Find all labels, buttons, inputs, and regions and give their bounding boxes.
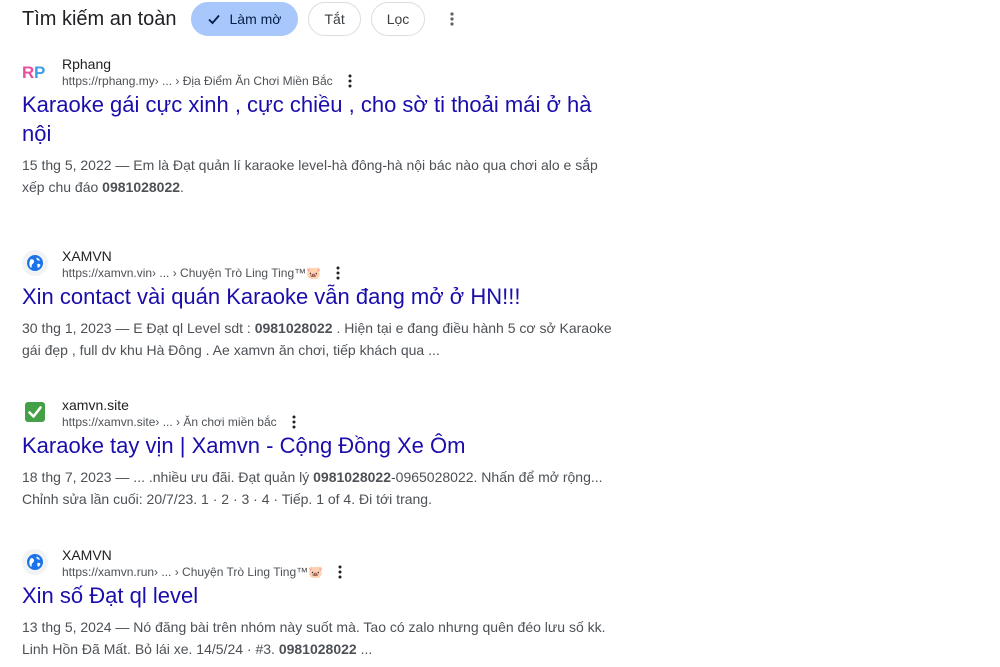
result-source[interactable]: XAMVN https://xamvn.vin › ... › Chuyện T…	[22, 248, 622, 280]
result-snippet: 30 thg 1, 2023 — E Đạt ql Level sdt : 09…	[22, 320, 612, 358]
breadcrumb: › ... › Chuyện Trò Ling Ting™🐷	[154, 565, 324, 579]
result-menu-icon[interactable]	[331, 265, 345, 281]
result-title-link[interactable]: Karaoke tay vịn | Xamvn - Cộng Đồng Xe Ô…	[22, 431, 622, 460]
result-snippet: 13 thg 5, 2024 — Nó đăng bài trên nhóm n…	[22, 619, 606, 657]
site-name: xamvn.site	[62, 397, 129, 413]
breadcrumb: › ... › Chuyện Trò Ling Ting™🐷	[152, 266, 322, 280]
url: https://xamvn.vin	[62, 266, 153, 280]
result-snippet: 15 thg 5, 2022 — Em là Đạt quản lí karao…	[22, 157, 598, 195]
url: https://xamvn.run	[62, 565, 155, 579]
result-menu-icon[interactable]	[287, 414, 301, 430]
result-source[interactable]: R P Rphang https://rphang.my › ... › Địa…	[22, 56, 622, 88]
url-line: https://rphang.my › ... › Địa Điểm Ăn Ch…	[62, 72, 357, 90]
site-name: XAMVN	[62, 248, 112, 264]
result-menu-icon[interactable]	[333, 564, 347, 580]
result-title-link[interactable]: Xin số Đạt ql level	[22, 581, 622, 610]
site-name: XAMVN	[62, 547, 112, 563]
url: https://rphang.my	[62, 74, 155, 88]
svg-text:R: R	[22, 63, 34, 82]
site-name: Rphang	[62, 56, 112, 72]
green-check-icon	[22, 399, 48, 425]
search-result: XAMVN https://xamvn.run › ... › Chuyện T…	[22, 547, 622, 660]
chip-blur[interactable]: Làm mờ	[190, 2, 299, 36]
url-line: https://xamvn.vin › ... › Chuyện Trò Lin…	[62, 264, 345, 282]
result-title-link[interactable]: Xin contact vài quán Karaoke vẫn đang mở…	[22, 282, 622, 311]
globe-icon	[22, 250, 48, 276]
result-menu-icon[interactable]	[343, 73, 357, 89]
url: https://xamvn.site	[62, 415, 156, 429]
chip-off-label: Tắt	[324, 11, 345, 27]
search-result: XAMVN https://xamvn.vin › ... › Chuyện T…	[22, 248, 622, 361]
breadcrumb: › ... › Ăn chơi miền bắc	[155, 415, 277, 429]
url-line: https://xamvn.site › ... › Ăn chơi miền …	[62, 413, 301, 431]
rphang-logo-icon: R P	[22, 58, 48, 84]
breadcrumb: › ... › Địa Điểm Ăn Chơi Miền Bắc	[154, 74, 333, 88]
result-snippet: 18 thg 7, 2023 — ... .nhiều ưu đãi. Đạt …	[22, 469, 603, 507]
result-title-link[interactable]: Karaoke gái cực xinh , cực chiều , cho s…	[22, 90, 622, 148]
result-source[interactable]: xamvn.site https://xamvn.site › ... › Ăn…	[22, 397, 622, 429]
search-result: xamvn.site https://xamvn.site › ... › Ăn…	[22, 397, 622, 510]
chip-filter-label: Lọc	[386, 11, 410, 27]
safe-search-label: Tìm kiếm an toàn	[22, 7, 177, 30]
chip-filter[interactable]: Lọc	[370, 2, 426, 36]
url-line: https://xamvn.run › ... › Chuyện Trò Lin…	[62, 563, 347, 581]
result-source[interactable]: XAMVN https://xamvn.run › ... › Chuyện T…	[22, 547, 622, 579]
chip-blur-label: Làm mờ	[229, 11, 282, 27]
more-options-icon[interactable]	[443, 10, 461, 28]
svg-text:P: P	[34, 63, 45, 82]
chip-off[interactable]: Tắt	[308, 2, 361, 36]
globe-icon	[22, 549, 48, 575]
checkmark-icon	[206, 11, 222, 27]
search-result: R P Rphang https://rphang.my › ... › Địa…	[22, 56, 622, 198]
safe-search-bar: Tìm kiếm an toàn Làm mờ Tắt Lọc	[22, 0, 461, 38]
